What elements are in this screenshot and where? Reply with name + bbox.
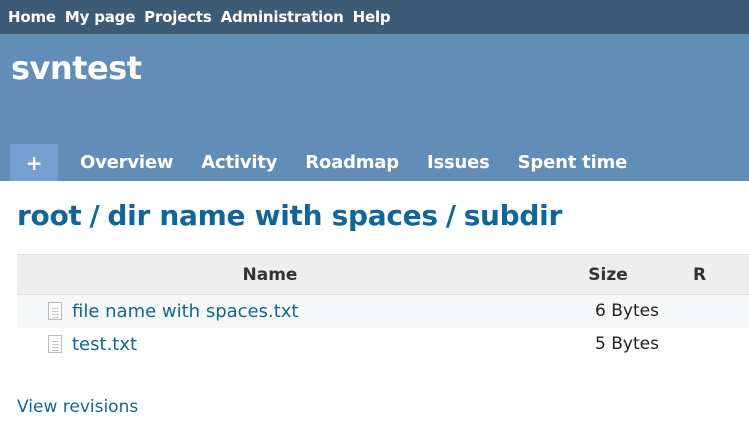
tab-spent-time[interactable]: Spent time xyxy=(504,144,641,181)
file-text-icon xyxy=(48,302,62,321)
column-header-revision[interactable]: R xyxy=(693,254,749,295)
top-menu-my-page[interactable]: My page xyxy=(65,8,135,26)
top-menu-projects[interactable]: Projects xyxy=(144,8,212,26)
top-menu-home[interactable]: Home xyxy=(8,8,56,26)
top-menu-administration[interactable]: Administration xyxy=(221,8,344,26)
tab-issues[interactable]: Issues xyxy=(413,144,504,181)
file-text-icon xyxy=(48,335,62,353)
table-row: file name with spaces.txt 6 Bytes xyxy=(17,294,749,328)
file-link[interactable]: test.txt xyxy=(72,334,137,355)
project-title: svntest xyxy=(11,49,142,87)
breadcrumb-root[interactable]: root xyxy=(17,199,82,232)
table-row: test.txt 5 Bytes xyxy=(17,327,749,361)
breadcrumb-subdir[interactable]: subdir xyxy=(464,199,563,232)
breadcrumb-dir[interactable]: dir name with spaces xyxy=(107,199,438,232)
tab-activity[interactable]: Activity xyxy=(187,144,291,181)
file-name-cell: file name with spaces.txt xyxy=(17,294,523,328)
view-revisions-link[interactable]: View revisions xyxy=(17,397,138,417)
column-header-name[interactable]: Name xyxy=(17,254,523,295)
tab-roadmap[interactable]: Roadmap xyxy=(291,144,413,181)
file-link[interactable]: file name with spaces.txt xyxy=(72,301,299,322)
new-object-button[interactable]: + xyxy=(10,144,58,181)
top-menu-help[interactable]: Help xyxy=(353,8,391,26)
file-size-cell: 5 Bytes xyxy=(523,327,693,361)
file-size-cell: 6 Bytes xyxy=(523,294,693,328)
header: svntest + Overview Activity Roadmap Issu… xyxy=(0,34,749,181)
breadcrumb-separator: / xyxy=(445,199,456,232)
entries-table: Name Size R file name with spaces.txt 6 … xyxy=(17,254,749,361)
revision-cell xyxy=(693,327,749,361)
breadcrumb-separator: / xyxy=(89,199,100,232)
table-header-row: Name Size R xyxy=(17,254,749,295)
top-menu: Home My page Projects Administration Hel… xyxy=(0,0,749,34)
breadcrumb: root / dir name with spaces / subdir xyxy=(17,199,562,232)
file-name-cell: test.txt xyxy=(17,327,523,361)
tab-overview[interactable]: Overview xyxy=(66,144,187,181)
column-header-size[interactable]: Size xyxy=(523,254,693,295)
content: root / dir name with spaces / subdir Name Si… xyxy=(0,181,749,423)
revision-cell xyxy=(693,294,749,328)
main-menu: + Overview Activity Roadmap Issues Spent… xyxy=(10,144,641,181)
